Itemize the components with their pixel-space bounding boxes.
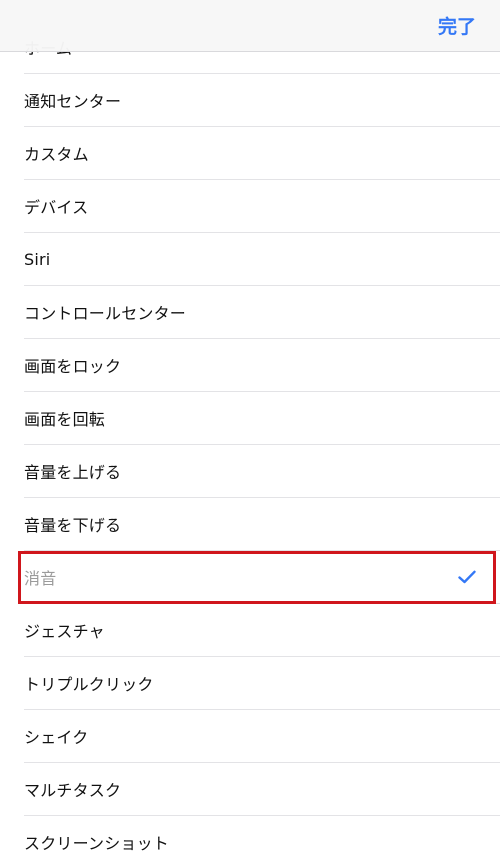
settings-screen: 完了 ホーム 通知センター カスタム デバイス Siri コントロールセンター … — [0, 0, 500, 863]
list-item-label: 画面を回転 — [24, 410, 106, 429]
list-item-screenshot[interactable]: スクリーンショット — [24, 816, 500, 863]
list-item-rotate-screen[interactable]: 画面を回転 — [24, 392, 500, 445]
list-item-device[interactable]: デバイス — [24, 180, 500, 233]
list-item-label: トリプルクリック — [24, 675, 154, 694]
list-item-label: デバイス — [24, 198, 89, 217]
list-item-volume-down[interactable]: 音量を下げる — [24, 498, 500, 551]
list-item-custom[interactable]: カスタム — [24, 127, 500, 180]
list-item-label: Siri — [24, 249, 51, 269]
list-item-label: コントロールセンター — [24, 304, 187, 323]
list-item-label: 通知センター — [24, 92, 122, 111]
list-item-mute[interactable]: 消音 — [24, 551, 500, 604]
action-list: ホーム 通知センター カスタム デバイス Siri コントロールセンター 画面を… — [0, 21, 500, 863]
list-item-triple-click[interactable]: トリプルクリック — [24, 657, 500, 710]
list-item-control-center[interactable]: コントロールセンター — [24, 286, 500, 339]
list-item-label: シェイク — [24, 728, 89, 747]
list-item-shake[interactable]: シェイク — [24, 710, 500, 763]
list-item-label: 音量を下げる — [24, 516, 122, 535]
list-item-label: マルチタスク — [24, 781, 122, 800]
list-item-multitask[interactable]: マルチタスク — [24, 763, 500, 816]
list-item-label: 画面をロック — [24, 357, 122, 376]
checkmark-icon — [458, 570, 476, 584]
list-item-label: ジェスチャ — [24, 622, 105, 641]
list-item-label: 音量を上げる — [24, 463, 122, 482]
list-item-siri[interactable]: Siri — [24, 233, 500, 286]
list-item-label: スクリーンショット — [24, 834, 170, 853]
list-item-gesture[interactable]: ジェスチャ — [24, 604, 500, 657]
list-item-label: カスタム — [24, 145, 89, 164]
navigation-bar: 完了 — [0, 0, 500, 52]
list-item-volume-up[interactable]: 音量を上げる — [24, 445, 500, 498]
done-button[interactable]: 完了 — [438, 12, 476, 39]
list-item-label: 消音 — [24, 569, 57, 588]
list-item-notification-center[interactable]: 通知センター — [24, 74, 500, 127]
list-item-lock-screen[interactable]: 画面をロック — [24, 339, 500, 392]
